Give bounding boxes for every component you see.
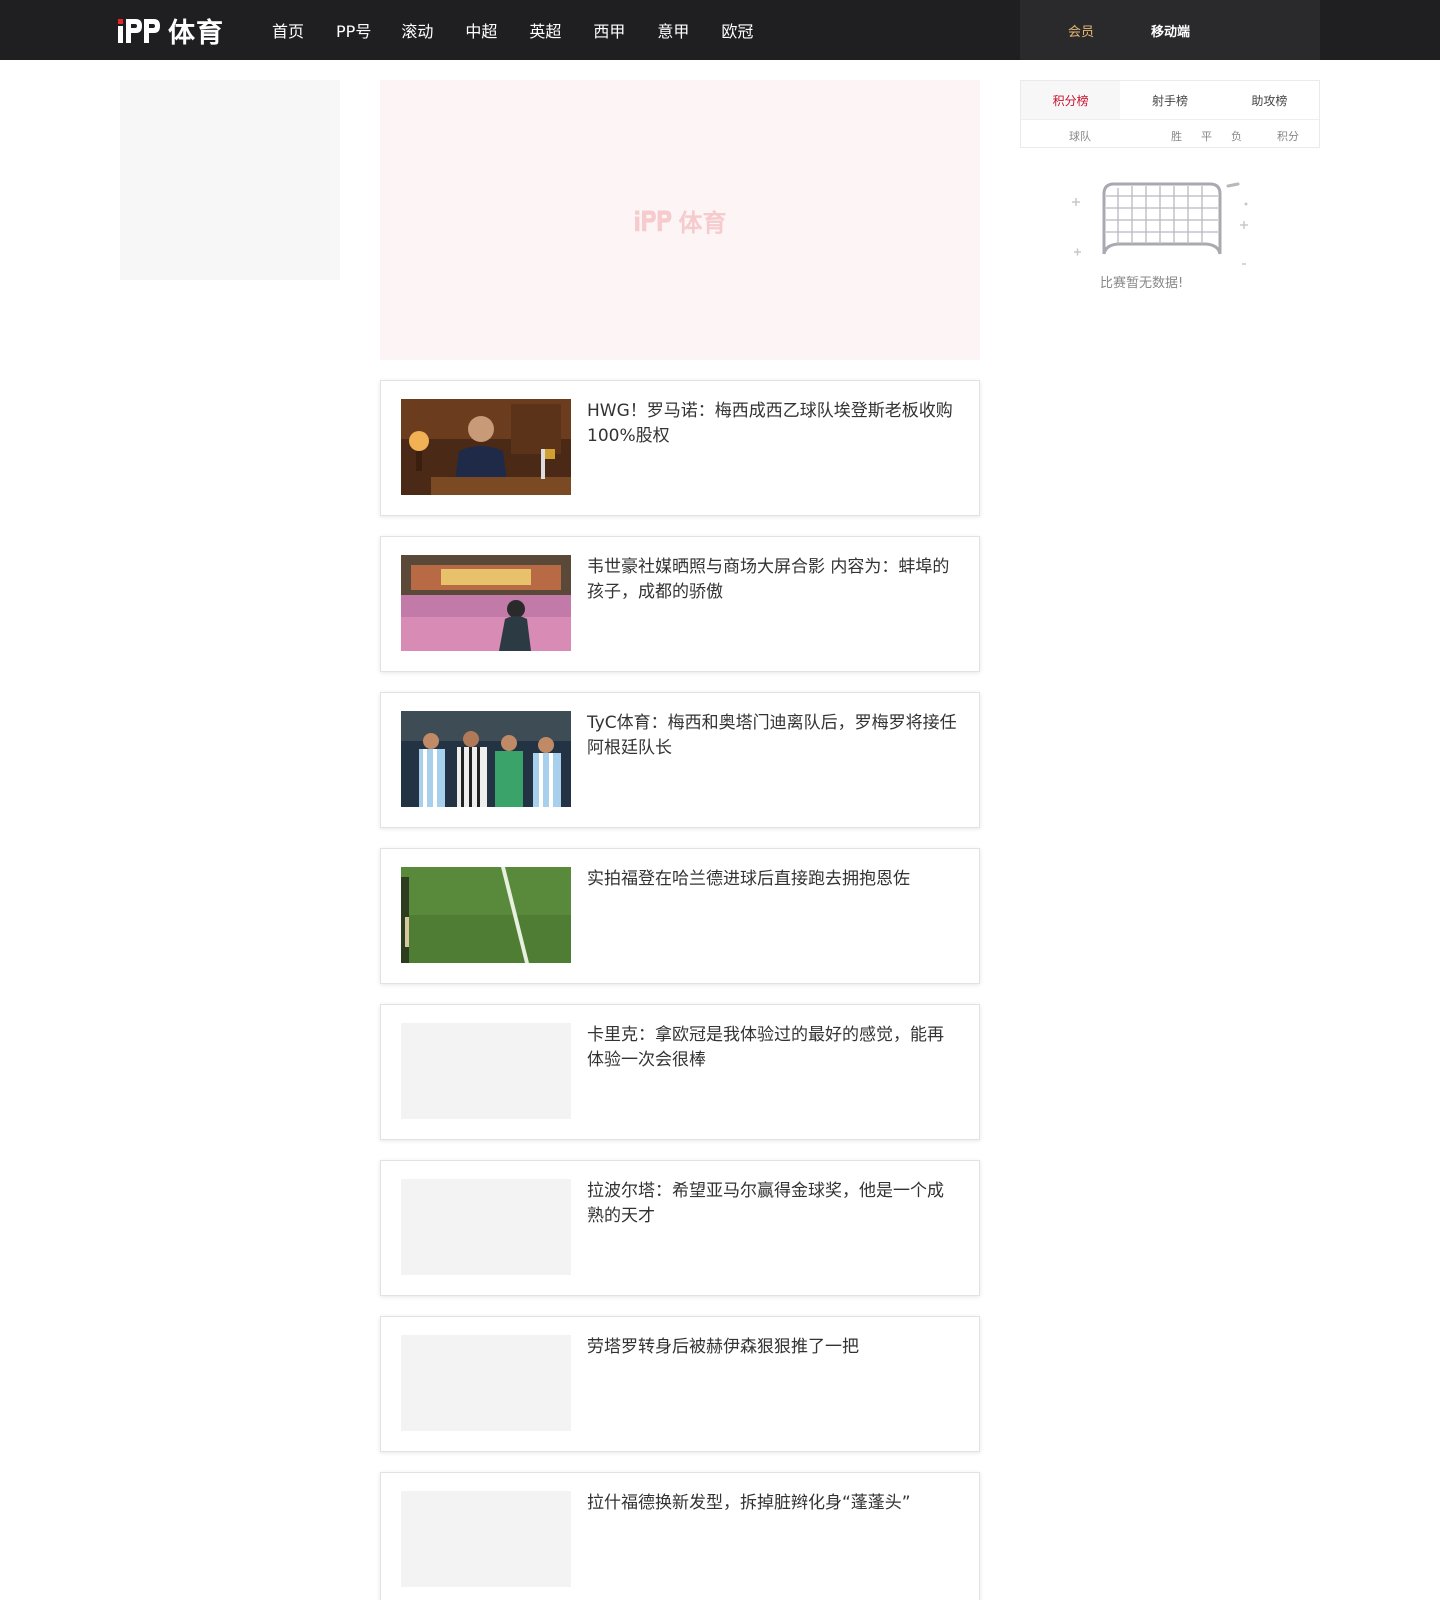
empty-state-text: 比赛暂无数据! — [1100, 276, 1184, 291]
tab-standings[interactable]: 积分榜 — [1021, 81, 1121, 119]
news-item[interactable]: TyC体育：梅西和奥塔门迪离队后，罗梅罗将接任阿根廷队长 — [380, 692, 980, 828]
news-item[interactable]: 拉什福德换新发型，拆掉脏辫化身“蓬蓬头” — [380, 1472, 980, 1600]
header-user-area: 会员 移动端 — [1020, 0, 1320, 60]
team-icon — [401, 711, 571, 807]
news-title[interactable]: 拉什福德换新发型，拆掉脏辫化身“蓬蓬头” — [587, 1491, 957, 1516]
office-icon — [401, 399, 571, 495]
nav-laliga[interactable]: 西甲 — [593, 18, 625, 42]
news-title[interactable]: 实拍福登在哈兰德进球后直接跑去拥抱恩佐 — [587, 867, 957, 892]
main-nav: 首页 PP号 滚动 中超 英超 西甲 意甲 欧冠 — [272, 0, 785, 60]
nav-csl[interactable]: 中超 — [465, 18, 497, 42]
news-item[interactable]: 实拍福登在哈兰德进球后直接跑去拥抱恩佐 — [380, 848, 980, 984]
pp-logo-icon — [118, 19, 160, 43]
col-loss: 负 — [1231, 130, 1242, 143]
nav-epl[interactable]: 英超 — [529, 18, 561, 42]
ranking-tabs: 积分榜 射手榜 助攻榜 — [1021, 81, 1319, 119]
news-thumbnail — [401, 711, 571, 807]
col-draw: 平 — [1201, 130, 1212, 143]
news-item[interactable]: 拉波尔塔：希望亚马尔赢得金球奖，他是一个成熟的天才 — [380, 1160, 980, 1296]
pp-logo-icon — [634, 210, 671, 232]
tab-scorers[interactable]: 射手榜 — [1120, 81, 1220, 119]
news-thumbnail-placeholder — [401, 1023, 571, 1119]
news-thumbnail — [401, 399, 571, 495]
left-ad-placeholder — [120, 80, 340, 280]
nav-home[interactable]: 首页 — [272, 18, 304, 42]
news-title[interactable]: HWG！罗马诺：梅西成西乙球队埃登斯老板收购100%股权 — [587, 399, 957, 449]
news-title[interactable]: 韦世豪社媒晒照与商场大屏合影 内容为：蚌埠的孩子，成都的骄傲 — [587, 555, 957, 605]
news-thumbnail-placeholder — [401, 1179, 571, 1275]
news-title[interactable]: 劳塔罗转身后被赫伊森狠狠推了一把 — [587, 1335, 957, 1360]
news-item[interactable]: 卡里克：拿欧冠是我体验过的最好的感觉，能再体验一次会很棒 — [380, 1004, 980, 1140]
ranking-panel: 积分榜 射手榜 助攻榜 球队 胜 平 负 积分 — [1020, 80, 1320, 148]
news-thumbnail — [401, 555, 571, 651]
news-item[interactable]: 韦世豪社媒晒照与商场大屏合影 内容为：蚌埠的孩子，成都的骄傲 — [380, 536, 980, 672]
news-thumbnail — [401, 867, 571, 963]
banner-logo: 体育 — [634, 203, 727, 238]
tab-assists[interactable]: 助攻榜 — [1219, 81, 1319, 119]
col-points: 积分 — [1277, 130, 1299, 143]
banner-logo-text: 体育 — [678, 208, 727, 237]
col-team: 球队 — [1069, 130, 1091, 143]
logo-text: 体育 — [168, 17, 224, 49]
top-banner[interactable]: 体育 — [380, 80, 980, 360]
nav-ucl[interactable]: 欧冠 — [721, 18, 753, 42]
news-title[interactable]: TyC体育：梅西和奥塔门迪离队后，罗梅罗将接任阿根廷队长 — [587, 711, 957, 761]
member-link[interactable]: 会员 — [1068, 21, 1094, 40]
news-item[interactable]: HWG！罗马诺：梅西成西乙球队埃登斯老板收购100%股权 — [380, 380, 980, 516]
top-header: 体育 首页 PP号 滚动 中超 英超 西甲 意甲 欧冠 会员 移动端 — [0, 0, 1440, 60]
col-win: 胜 — [1171, 130, 1182, 143]
news-list: HWG！罗马诺：梅西成西乙球队埃登斯老板收购100%股权 韦世豪社媒晒照与商场大… — [380, 380, 980, 1600]
mobile-link[interactable]: 移动端 — [1151, 21, 1190, 40]
ranking-header: 球队 胜 平 负 积分 — [1021, 119, 1319, 148]
site-logo[interactable]: 体育 — [118, 13, 224, 49]
nav-pp[interactable]: PP号 — [336, 18, 371, 42]
pitch-icon — [401, 867, 571, 963]
news-item[interactable]: 劳塔罗转身后被赫伊森狠狠推了一把 — [380, 1316, 980, 1452]
nav-seriea[interactable]: 意甲 — [657, 18, 689, 42]
news-thumbnail-placeholder — [401, 1491, 571, 1587]
mall-icon — [401, 555, 571, 651]
news-thumbnail-placeholder — [401, 1335, 571, 1431]
news-title[interactable]: 拉波尔塔：希望亚马尔赢得金球奖，他是一个成熟的天才 — [587, 1179, 957, 1229]
news-title[interactable]: 卡里克：拿欧冠是我体验过的最好的感觉，能再体验一次会很棒 — [587, 1023, 957, 1073]
nav-rolling[interactable]: 滚动 — [401, 18, 433, 42]
